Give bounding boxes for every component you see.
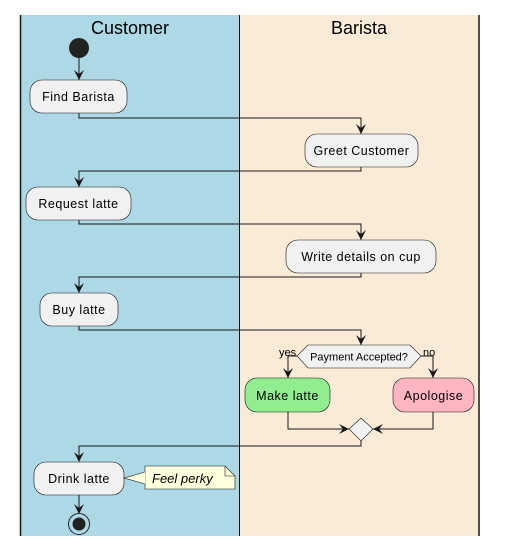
svg-text:Buy latte: Buy latte [52,303,105,317]
lane-barista [239,15,479,536]
svg-text:Apologise: Apologise [404,389,463,403]
activity-diagram: Customer Barista Find Barista Greet Cust… [19,15,480,536]
lane-title-barista: Barista [331,18,388,38]
svg-text:Request latte: Request latte [38,197,118,211]
activity-request-latte: Request latte [25,186,132,221]
activity-write-details: Write details on cup [285,239,437,274]
activity-find-barista: Find Barista [29,79,128,114]
svg-text:Greet Customer: Greet Customer [314,144,410,158]
start-node [69,38,89,58]
activity-greet-customer: Greet Customer [304,133,419,168]
activity-drink-latte: Drink latte [33,461,125,496]
svg-text:Payment Accepted?: Payment Accepted? [310,352,408,364]
activity-make-latte: Make latte [244,377,331,413]
svg-text:Feel perky: Feel perky [152,471,214,486]
svg-text:Write details on cup: Write details on cup [301,250,421,264]
activity-buy-latte: Buy latte [39,292,119,327]
lane-title-customer: Customer [91,18,169,38]
decision-payment-accepted: Payment Accepted? [296,344,422,369]
svg-text:Make latte: Make latte [256,389,319,403]
svg-text:Drink latte: Drink latte [48,472,110,486]
svg-text:Find Barista: Find Barista [42,90,115,104]
activity-apologise: Apologise [392,377,475,413]
